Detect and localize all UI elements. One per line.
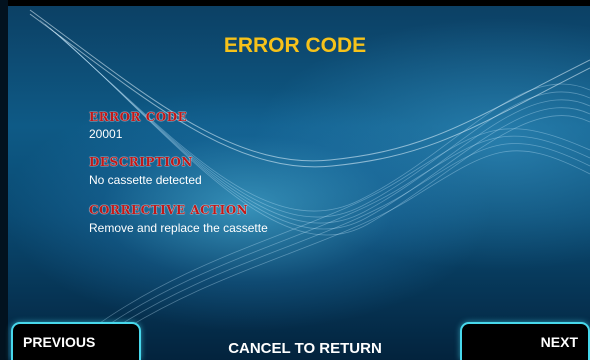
page-title: ERROR CODE	[223, 34, 367, 57]
corrective-action-label: CORRECTIVE ACTION	[89, 203, 249, 217]
corrective-action-value: Remove and replace the cassette	[89, 221, 268, 235]
error-code-label: ERROR CODE	[89, 110, 188, 124]
description-value: No cassette detected	[89, 173, 202, 187]
previous-button[interactable]: PREVIOUS	[11, 322, 141, 360]
cancel-to-return-button[interactable]: CANCEL TO RETURN	[215, 340, 395, 357]
error-code-value: 20001	[89, 127, 123, 141]
description-label: DESCRIPTION	[89, 155, 193, 169]
next-button[interactable]: NEXT	[460, 322, 590, 360]
atm-screen: ERROR CODE ERROR CODE 20001 DESCRIPTION …	[0, 0, 590, 360]
